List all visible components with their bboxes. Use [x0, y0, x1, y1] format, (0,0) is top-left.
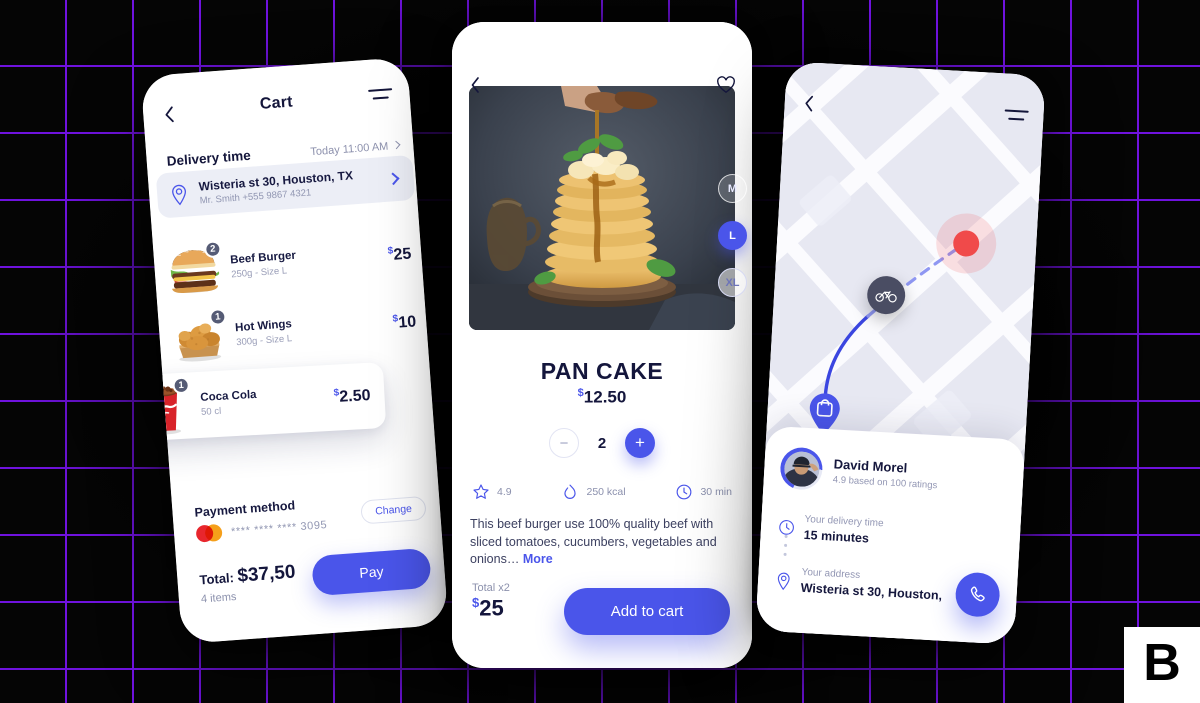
star-icon — [473, 484, 489, 499]
delivery-time-value: 15 minutes — [803, 527, 870, 546]
poster-canvas: Cart Delivery time Today 11:00 AM Wister… — [0, 0, 1200, 703]
more-link[interactable]: More — [523, 552, 553, 566]
total-value: $37,50 — [236, 561, 297, 587]
location-pin-icon — [172, 184, 186, 205]
mastercard-icon — [195, 523, 223, 543]
item-price-value: 2.50 — [338, 387, 371, 407]
item-image-beef-burger: 2 — [165, 240, 225, 297]
chevron-right-icon — [391, 140, 401, 150]
total-label: Total x2 — [472, 581, 510, 594]
back-icon[interactable] — [801, 94, 816, 113]
decrease-quantity-button[interactable]: − — [549, 428, 579, 458]
clock-icon — [778, 518, 796, 536]
product-header — [452, 74, 752, 100]
courier-rating: 4.9 based on 100 ratings — [832, 473, 938, 491]
size-option-xl[interactable]: XL — [718, 268, 747, 297]
courier-name: David Morel — [833, 455, 908, 476]
size-option-l[interactable]: L — [718, 221, 747, 250]
metric-rating: 4.9 — [472, 483, 512, 501]
courier-profile[interactable]: David Morel 4.9 based on 100 ratings — [779, 446, 939, 498]
item-price: $2.50 — [333, 386, 371, 407]
item-price: $25 — [387, 245, 412, 266]
size-selector[interactable]: M L XL — [718, 174, 747, 315]
cart-header: Cart — [142, 83, 411, 136]
payment-card-row: **** **** **** 3095 — [195, 516, 328, 543]
delivery-time-info: Your delivery time 15 minutes — [777, 512, 884, 546]
add-to-cart-button[interactable]: Add to cart — [564, 588, 730, 635]
quantity-value: 2 — [597, 434, 607, 452]
metric-time: 30 min — [675, 483, 732, 501]
flame-icon — [564, 484, 577, 499]
item-price-value: 10 — [397, 313, 417, 332]
pay-button[interactable]: Pay — [311, 547, 432, 597]
product-metrics: 4.9 250 kcal 30 min — [472, 483, 732, 501]
address-info: Your address Wisteria st 30, Houston, — [774, 565, 943, 603]
timeline-dots — [783, 534, 788, 562]
destination-dot[interactable] — [952, 229, 980, 258]
metric-value: 4.9 — [497, 486, 512, 498]
hamburger-menu-icon[interactable] — [1004, 109, 1029, 124]
brand-logo: B — [1124, 627, 1200, 703]
total-label: Total: — [199, 570, 235, 588]
metric-value: 250 kcal — [586, 486, 626, 498]
avatar-progress-ring — [779, 446, 824, 491]
change-payment-button[interactable]: Change — [360, 495, 427, 525]
avatar — [782, 450, 820, 488]
delivery-time-label: Delivery time — [166, 147, 252, 169]
card-number: **** **** **** 3095 — [230, 518, 328, 538]
payment-method-title: Payment method — [194, 498, 296, 520]
phone-icon — [970, 586, 985, 602]
delivery-time-value: Today 11:00 AM — [310, 140, 389, 159]
product-total: Total x2 $25 — [472, 582, 510, 621]
product-title: PAN CAKE — [540, 358, 664, 384]
phone-product-screen: M L XL PAN CAKE $12.50 − 2 + 4.9 250 kca… — [452, 22, 752, 668]
product-price: $12.50 — [452, 387, 752, 408]
hamburger-menu-icon[interactable] — [368, 88, 393, 104]
product-description: This beef burger use 100% quality beef w… — [470, 516, 734, 569]
item-price-value: 25 — [392, 245, 412, 265]
cart-summary: Total: $37,50 4 items — [199, 562, 298, 606]
table-row[interactable]: 1 Coca Cola 50 cl $2.50 — [140, 361, 387, 442]
item-price: $10 — [392, 312, 417, 333]
metric-value: 30 min — [700, 486, 732, 498]
increase-quantity-button[interactable]: + — [625, 428, 655, 458]
call-courier-button[interactable] — [954, 571, 1001, 618]
size-option-m[interactable]: M — [718, 174, 747, 203]
delivery-time-label: Your delivery time — [804, 513, 884, 530]
clock-icon — [677, 484, 692, 500]
quantity-stepper[interactable]: − 2 + — [452, 428, 752, 458]
location-pin-icon — [775, 571, 793, 591]
heart-icon[interactable] — [716, 76, 736, 99]
item-image-hot-wings: 1 — [170, 307, 230, 365]
phone-cart-screen: Cart Delivery time Today 11:00 AM Wister… — [140, 56, 449, 645]
table-row[interactable]: 1 Hot Wings 300g - Size L $10 — [170, 293, 419, 369]
total-value: $25 — [472, 595, 510, 621]
product-price-value: 12.50 — [583, 387, 627, 407]
total-amount: 25 — [479, 595, 504, 620]
back-icon[interactable] — [468, 76, 482, 94]
table-row[interactable]: 2 Beef Burger 250g - Size L $25 — [165, 225, 414, 301]
delivery-info-card: David Morel 4.9 based on 100 ratings You… — [755, 425, 1026, 645]
total-row: Total: $37,50 — [199, 562, 297, 591]
description-text: This beef burger use 100% quality beef w… — [470, 517, 717, 566]
metric-calories: 250 kcal — [561, 483, 626, 501]
product-hero-image — [469, 86, 735, 330]
phone-tracking-screen: David Morel 4.9 based on 100 ratings You… — [755, 61, 1046, 645]
